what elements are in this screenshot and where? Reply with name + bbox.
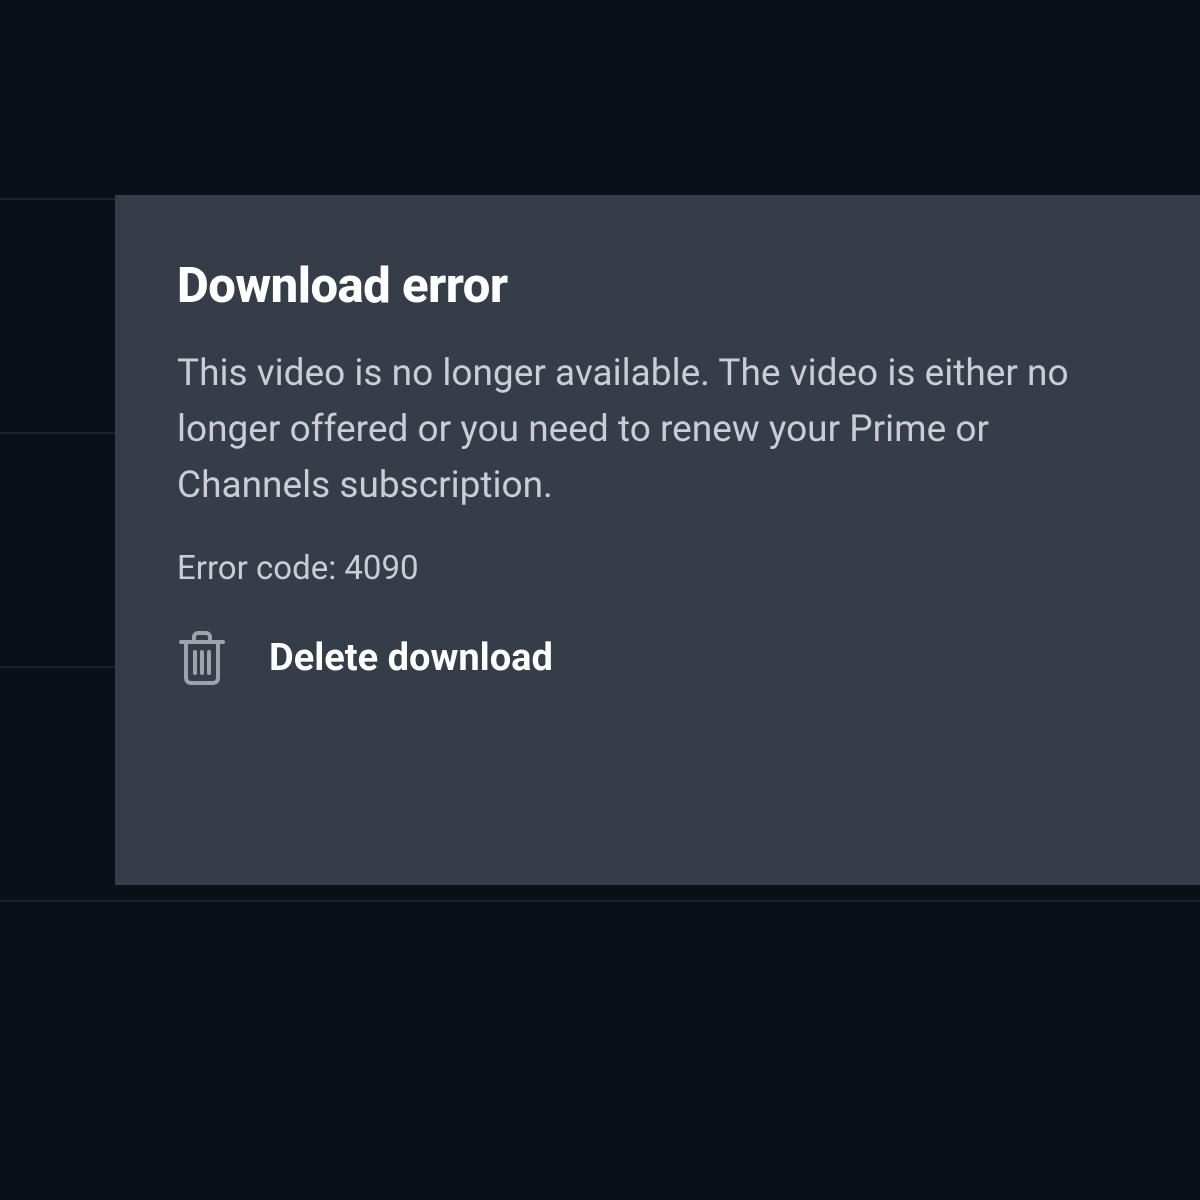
error-title: Download error: [177, 257, 1150, 314]
error-message: This video is no longer available. The v…: [177, 346, 1150, 515]
divider-line: [0, 900, 1200, 902]
error-code: Error code: 4090: [177, 549, 1150, 588]
delete-download-label: Delete download: [269, 636, 553, 680]
delete-download-button[interactable]: Delete download: [177, 630, 1150, 686]
trash-icon: [177, 630, 227, 686]
error-dialog: Download error This video is no longer a…: [115, 195, 1200, 885]
